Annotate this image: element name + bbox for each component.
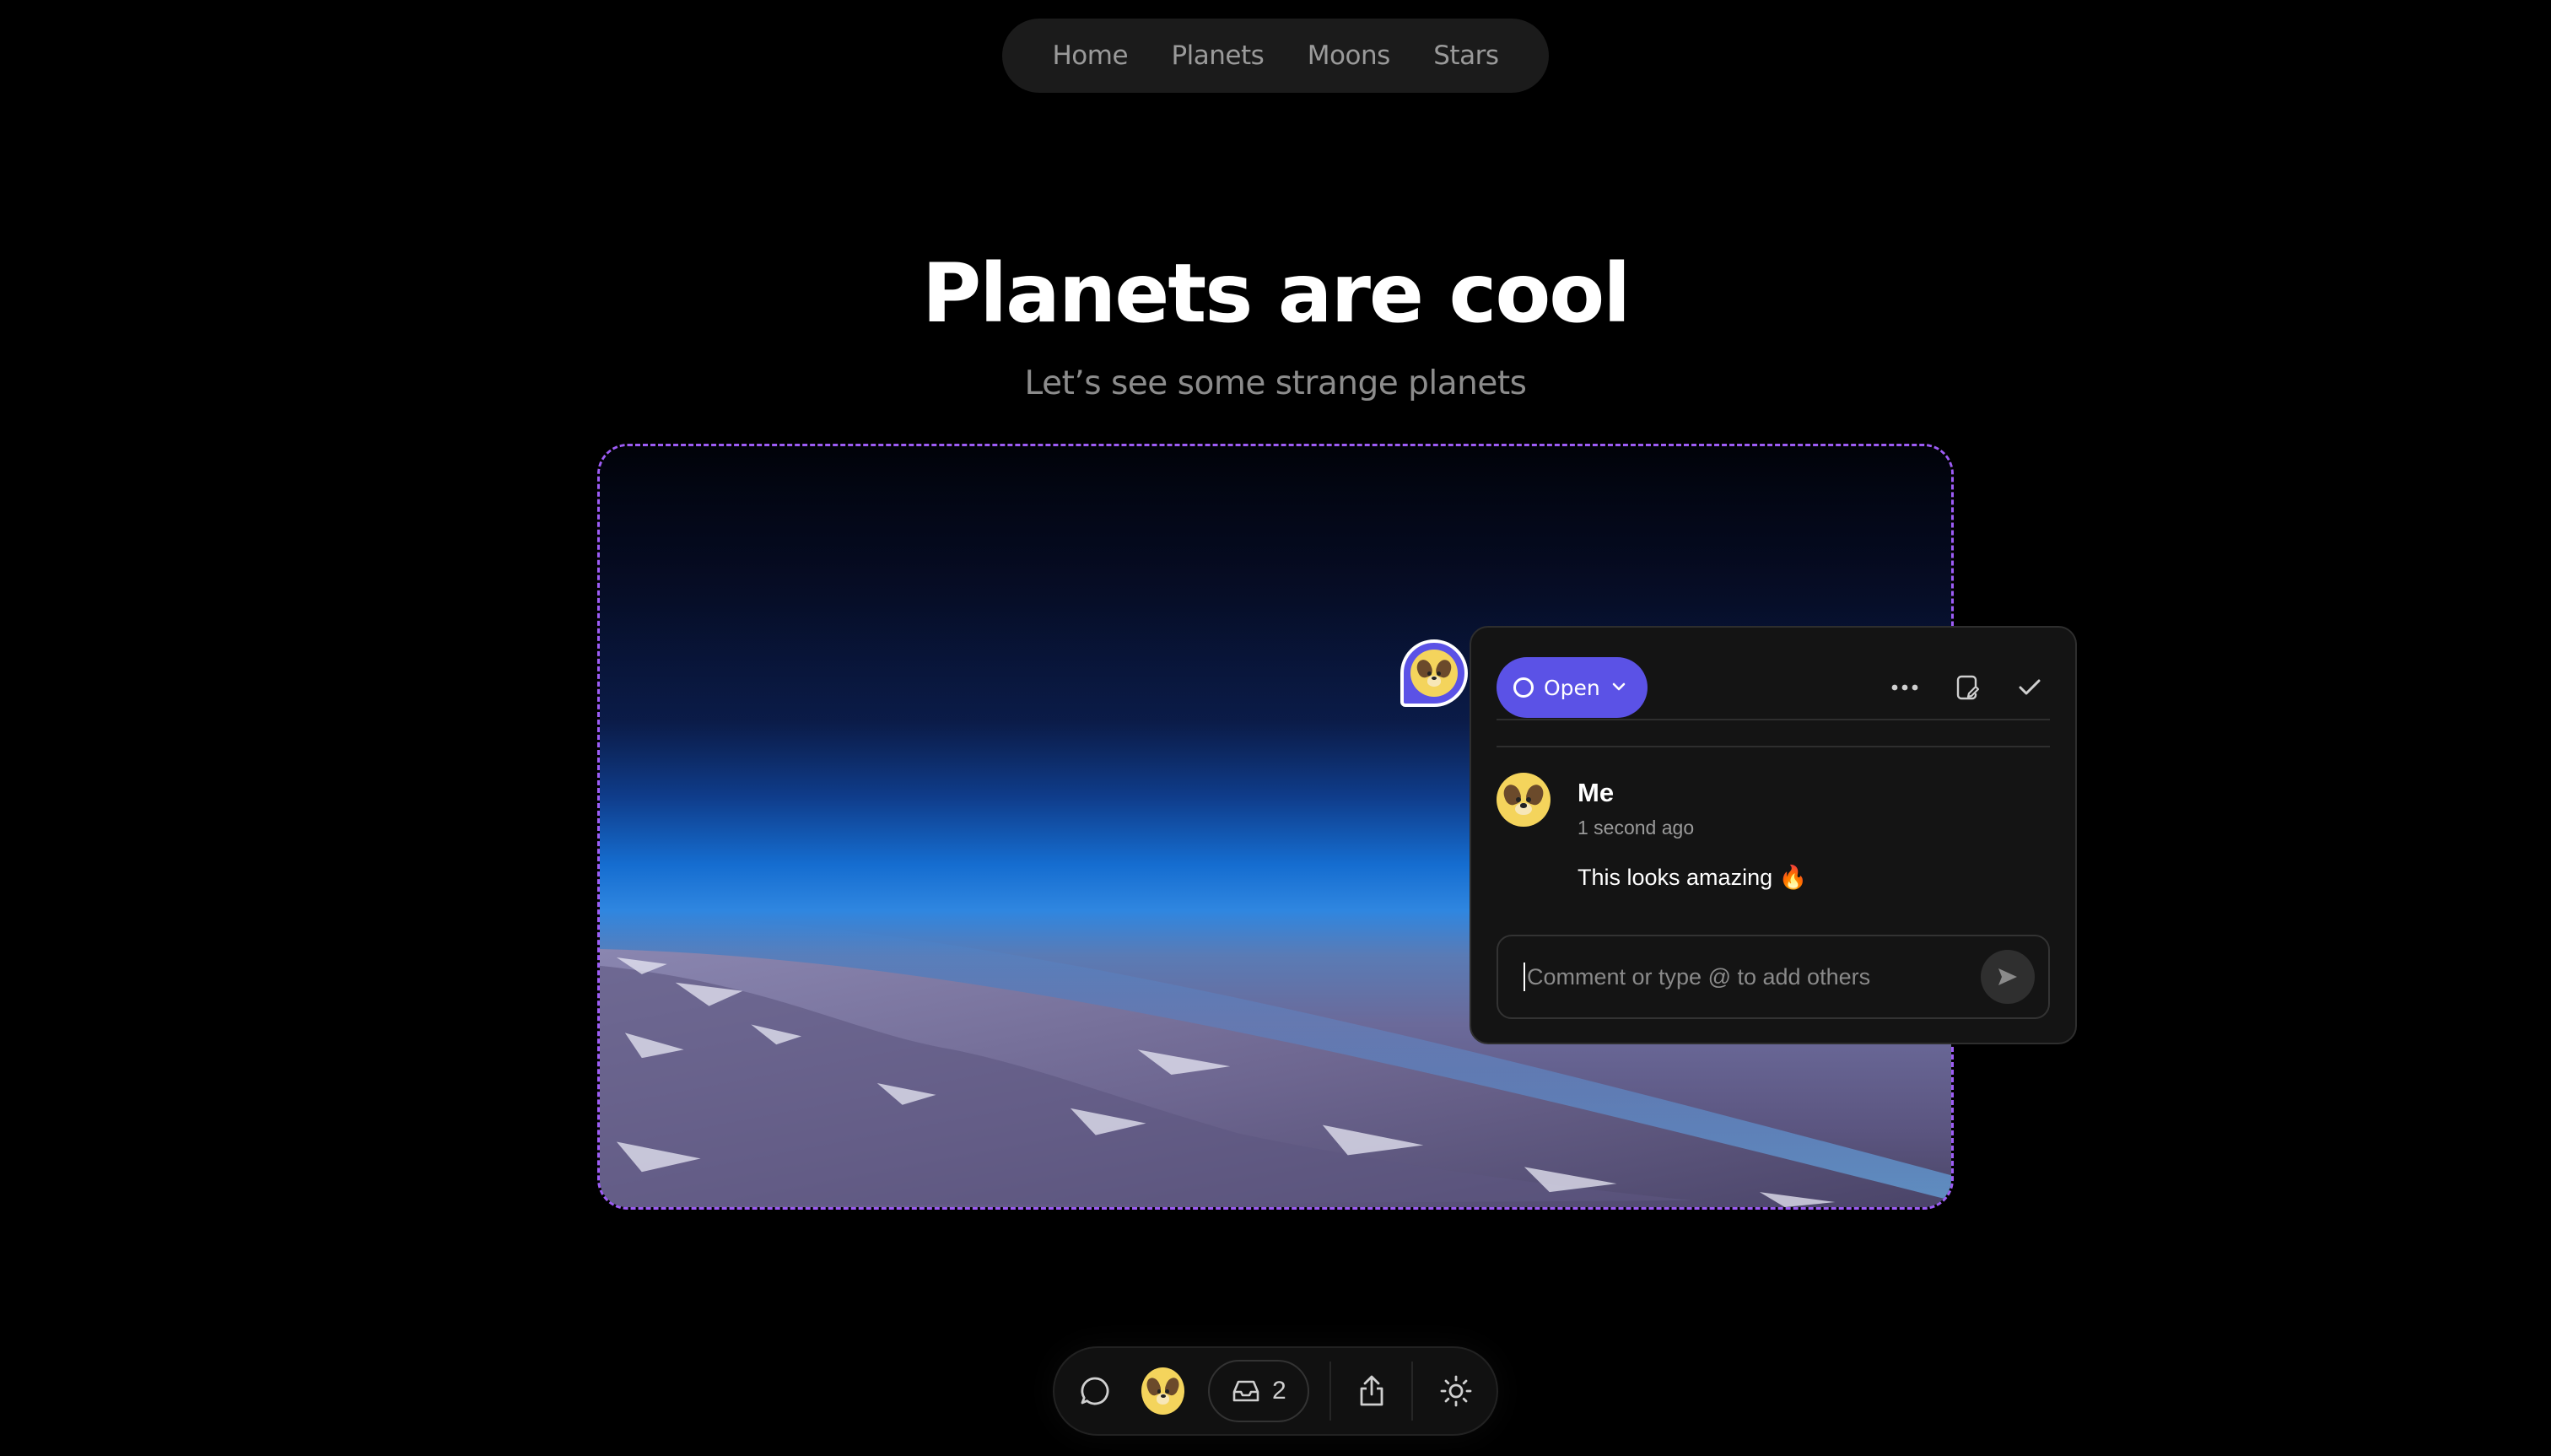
- comment-thread-panel: Open Me 1 second ago This looks amazing …: [1470, 626, 2077, 1044]
- comment-pin[interactable]: [1400, 639, 1468, 707]
- page-subtitle: Let’s see some strange planets: [1024, 364, 1527, 402]
- comment-timestamp: 1 second ago: [1578, 817, 1695, 839]
- dog-avatar[interactable]: [1141, 1367, 1185, 1415]
- page: Home Planets Moons Stars Planets are coo…: [0, 0, 2551, 1456]
- nav-item-planets[interactable]: Planets: [1171, 40, 1264, 71]
- send-icon[interactable]: [1981, 950, 2035, 1004]
- comment-composer: [1497, 935, 2050, 1019]
- comment-thread-header: Open: [1497, 656, 2050, 720]
- dog-avatar: [1410, 650, 1458, 697]
- status-label: Open: [1544, 675, 1600, 700]
- divider: [1411, 1362, 1413, 1421]
- chevron-down-icon: [1610, 676, 1627, 700]
- more-options-icon[interactable]: [1890, 672, 1920, 703]
- comment-text: This looks amazing 🔥: [1578, 865, 1808, 890]
- divider: [1497, 746, 2050, 747]
- resolve-check-icon[interactable]: [2014, 672, 2045, 703]
- nav-item-stars[interactable]: Stars: [1433, 40, 1499, 71]
- share-icon[interactable]: [1348, 1366, 1394, 1416]
- comment-bubble-icon[interactable]: [1071, 1366, 1118, 1416]
- circle-icon: [1513, 677, 1534, 698]
- divider: [1329, 1362, 1331, 1421]
- page-title: Planets are cool: [921, 246, 1631, 341]
- inbox-icon: [1232, 1380, 1259, 1402]
- nav-item-home[interactable]: Home: [1052, 40, 1128, 71]
- bottom-toolbar: 2: [1053, 1346, 1498, 1436]
- nav-item-moons[interactable]: Moons: [1308, 40, 1390, 71]
- inbox-count: 2: [1271, 1377, 1286, 1405]
- top-nav: Home Planets Moons Stars: [1002, 19, 1549, 93]
- comment-author: Me: [1578, 778, 1615, 807]
- dog-avatar: [1497, 773, 1551, 827]
- comment-input[interactable]: [1524, 963, 1981, 991]
- inbox-button[interactable]: 2: [1208, 1360, 1310, 1422]
- thread-actions: [1890, 672, 2050, 703]
- status-dropdown-button[interactable]: Open: [1497, 657, 1648, 718]
- mark-unread-icon[interactable]: [1952, 672, 1982, 703]
- sun-icon[interactable]: [1433, 1366, 1480, 1416]
